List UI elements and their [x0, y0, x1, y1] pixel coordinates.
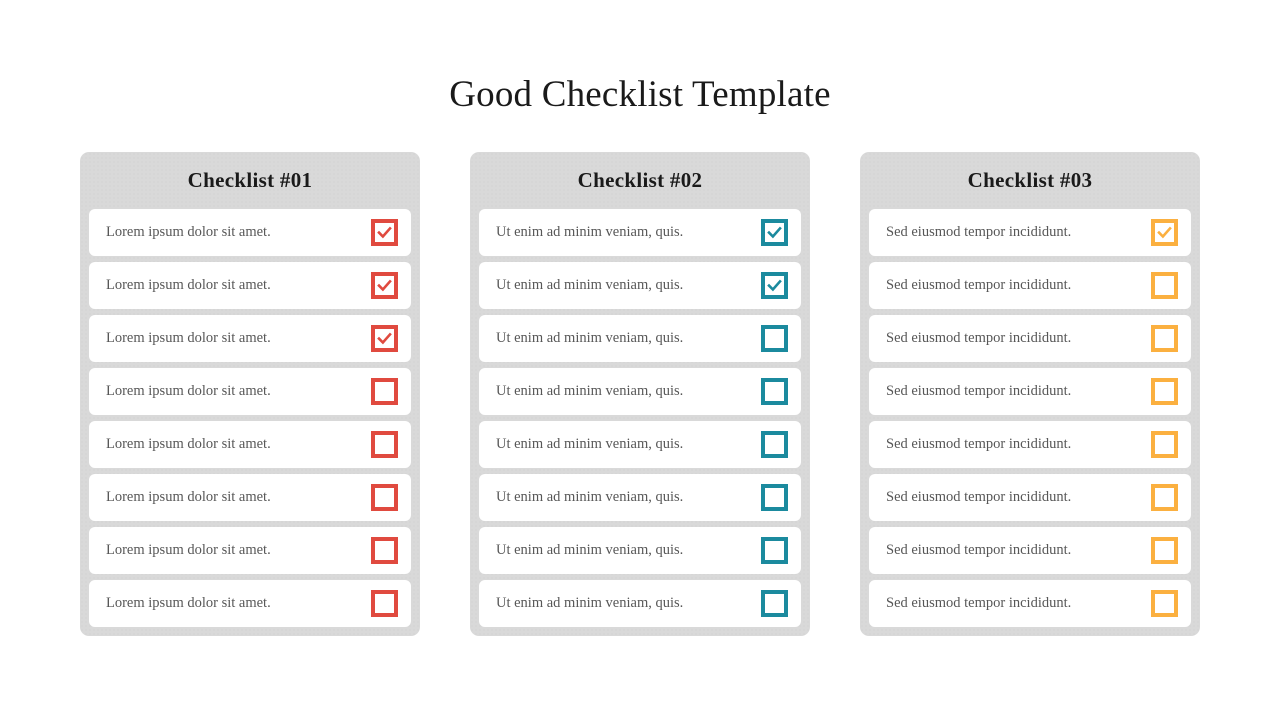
checkbox-unchecked-icon[interactable]: [1151, 484, 1178, 511]
checkbox-unchecked-icon[interactable]: [1151, 537, 1178, 564]
checkbox-unchecked-icon[interactable]: [761, 590, 788, 617]
checklist-item[interactable]: Sed eiusmod tempor incididunt.: [869, 527, 1191, 574]
checklist-item-label: Sed eiusmod tempor incididunt.: [886, 330, 1072, 346]
checkbox-unchecked-icon[interactable]: [371, 378, 398, 405]
checklist-item[interactable]: Lorem ipsum dolor sit amet.: [89, 315, 411, 362]
checklist-item-label: Lorem ipsum dolor sit amet.: [106, 542, 271, 558]
checkbox-checked-icon[interactable]: [371, 272, 398, 299]
checklist-header-1: Checklist #01: [187, 168, 313, 192]
checklist-rows: Lorem ipsum dolor sit amet. Lorem ipsum d…: [80, 209, 420, 627]
checkbox-checked-icon[interactable]: [371, 219, 398, 246]
checklist-item[interactable]: Lorem ipsum dolor sit amet.: [89, 209, 411, 256]
checklist-item[interactable]: Ut enim ad minim veniam, quis.: [479, 474, 801, 521]
checklist-item-label: Sed eiusmod tempor incididunt.: [886, 436, 1072, 452]
checkbox-unchecked-icon[interactable]: [1151, 272, 1178, 299]
checkbox-unchecked-icon[interactable]: [761, 484, 788, 511]
checklist-card-2: Checklist #02 Ut enim ad minim veniam, qu…: [470, 152, 810, 636]
checkbox-checked-icon[interactable]: [1151, 219, 1178, 246]
checkbox-unchecked-icon[interactable]: [761, 537, 788, 564]
checklist-header-2: Checklist #02: [577, 168, 703, 192]
checklist-item-label: Sed eiusmod tempor incididunt.: [886, 542, 1072, 558]
checklist-rows: Ut enim ad minim veniam, quis. Ut enim ad…: [470, 209, 810, 627]
checkbox-unchecked-icon[interactable]: [371, 431, 398, 458]
checkbox-unchecked-icon[interactable]: [761, 431, 788, 458]
checklist-item-label: Lorem ipsum dolor sit amet.: [106, 489, 271, 505]
checkbox-unchecked-icon[interactable]: [371, 590, 398, 617]
checklist-item-label: Lorem ipsum dolor sit amet.: [106, 224, 271, 240]
checklist-item[interactable]: Sed eiusmod tempor incididunt.: [869, 209, 1191, 256]
checklist-item[interactable]: Lorem ipsum dolor sit amet.: [89, 474, 411, 521]
checklist-item[interactable]: Ut enim ad minim veniam, quis.: [479, 209, 801, 256]
checklist-item-label: Lorem ipsum dolor sit amet.: [106, 436, 271, 452]
checklist-item[interactable]: Sed eiusmod tempor incididunt.: [869, 580, 1191, 627]
checkbox-checked-icon[interactable]: [761, 219, 788, 246]
checklist-item[interactable]: Sed eiusmod tempor incididunt.: [869, 368, 1191, 415]
checklist-item[interactable]: Sed eiusmod tempor incididunt.: [869, 474, 1191, 521]
checklist-item-label: Sed eiusmod tempor incididunt.: [886, 383, 1072, 399]
checklist-item[interactable]: Ut enim ad minim veniam, quis.: [479, 527, 801, 574]
checklist-item-label: Lorem ipsum dolor sit amet.: [106, 383, 271, 399]
checklist-item[interactable]: Lorem ipsum dolor sit amet.: [89, 262, 411, 309]
checklist-item-label: Ut enim ad minim veniam, quis.: [496, 489, 684, 505]
checklist-item-label: Ut enim ad minim veniam, quis.: [496, 330, 684, 346]
checklist-item-label: Sed eiusmod tempor incididunt.: [886, 224, 1072, 240]
page-title: Good Checklist Template: [449, 73, 831, 115]
checkbox-unchecked-icon[interactable]: [761, 325, 788, 352]
checklist-item[interactable]: Ut enim ad minim veniam, quis.: [479, 315, 801, 362]
checklist-item-label: Ut enim ad minim veniam, quis.: [496, 383, 684, 399]
checkbox-unchecked-icon[interactable]: [371, 484, 398, 511]
checklist-item[interactable]: Ut enim ad minim veniam, quis.: [479, 580, 801, 627]
checklist-item-label: Ut enim ad minim veniam, quis.: [496, 436, 684, 452]
checklist-item[interactable]: Ut enim ad minim veniam, quis.: [479, 421, 801, 468]
checklist-item[interactable]: Ut enim ad minim veniam, quis.: [479, 262, 801, 309]
checkbox-unchecked-icon[interactable]: [371, 537, 398, 564]
checklist-item-label: Ut enim ad minim veniam, quis.: [496, 277, 684, 293]
checkbox-unchecked-icon[interactable]: [1151, 325, 1178, 352]
checklist-item-label: Ut enim ad minim veniam, quis.: [496, 595, 684, 611]
checkbox-unchecked-icon[interactable]: [1151, 378, 1178, 405]
checklist-board: Checklist #01 Lorem ipsum dolor sit amet.…: [80, 152, 1200, 642]
checklist-item-label: Lorem ipsum dolor sit amet.: [106, 330, 271, 346]
checkbox-unchecked-icon[interactable]: [761, 378, 788, 405]
checklist-item-label: Sed eiusmod tempor incididunt.: [886, 595, 1072, 611]
checklist-item[interactable]: Lorem ipsum dolor sit amet.: [89, 580, 411, 627]
checklist-item[interactable]: Lorem ipsum dolor sit amet.: [89, 368, 411, 415]
checklist-item[interactable]: Lorem ipsum dolor sit amet.: [89, 421, 411, 468]
checkbox-checked-icon[interactable]: [761, 272, 788, 299]
checklist-header-3: Checklist #03: [967, 168, 1093, 192]
checklist-item[interactable]: Lorem ipsum dolor sit amet.: [89, 527, 411, 574]
checklist-item[interactable]: Sed eiusmod tempor incididunt.: [869, 315, 1191, 362]
checklist-card-1: Checklist #01 Lorem ipsum dolor sit amet.…: [80, 152, 420, 636]
checklist-item-label: Ut enim ad minim veniam, quis.: [496, 542, 684, 558]
checkbox-unchecked-icon[interactable]: [1151, 590, 1178, 617]
checklist-item-label: Sed eiusmod tempor incididunt.: [886, 489, 1072, 505]
checkbox-unchecked-icon[interactable]: [1151, 431, 1178, 458]
checklist-item[interactable]: Ut enim ad minim veniam, quis.: [479, 368, 801, 415]
checklist-item-label: Sed eiusmod tempor incididunt.: [886, 277, 1072, 293]
checklist-item[interactable]: Sed eiusmod tempor incididunt.: [869, 421, 1191, 468]
checklist-item-label: Ut enim ad minim veniam, quis.: [496, 224, 684, 240]
checklist-card-3: Checklist #03 Sed eiusmod tempor incididu…: [860, 152, 1200, 636]
checklist-item-label: Lorem ipsum dolor sit amet.: [106, 595, 271, 611]
checklist-item-label: Lorem ipsum dolor sit amet.: [106, 277, 271, 293]
checkbox-checked-icon[interactable]: [371, 325, 398, 352]
checklist-rows: Sed eiusmod tempor incididunt. Sed eiusmo…: [860, 209, 1200, 627]
checklist-item[interactable]: Sed eiusmod tempor incididunt.: [869, 262, 1191, 309]
